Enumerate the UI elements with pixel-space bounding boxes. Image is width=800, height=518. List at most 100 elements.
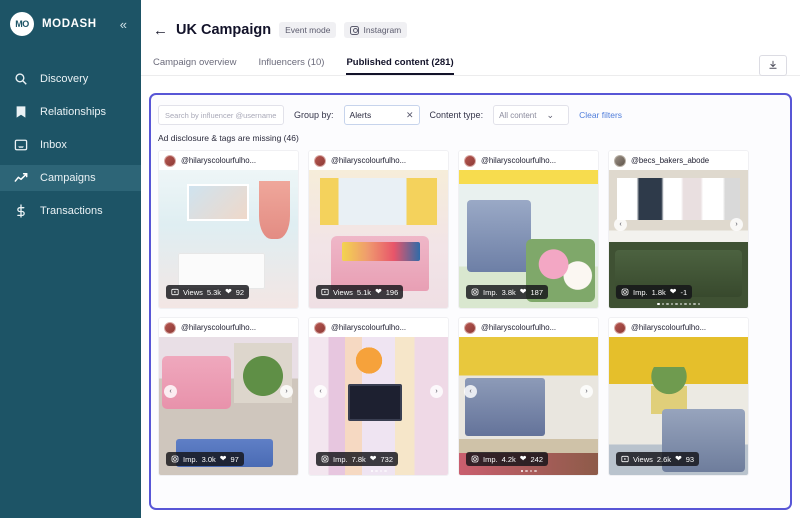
avatar xyxy=(314,321,326,334)
heart-icon: ❤ xyxy=(219,454,227,463)
sidebar-item-label: Inbox xyxy=(40,139,67,151)
clear-filters-button[interactable]: Clear filters xyxy=(579,110,622,120)
sidebar-item-inbox[interactable]: Inbox xyxy=(0,132,141,158)
carousel-next-button[interactable]: › xyxy=(280,385,293,398)
carousel-dots xyxy=(459,469,598,472)
content-type-select[interactable]: All content ⌄ xyxy=(493,105,570,125)
search-icon xyxy=(14,72,28,86)
influencer-handle: @hilaryscolourfulho... xyxy=(481,323,557,332)
like-count: 93 xyxy=(685,454,695,464)
avatar xyxy=(314,154,326,167)
like-count: 242 xyxy=(530,454,543,464)
instagram-icon xyxy=(471,288,479,296)
tab-campaign-overview[interactable]: Campaign overview xyxy=(153,57,236,75)
post-thumbnail[interactable]: ‹ › Imp. 7.8k ❤ 732 xyxy=(309,337,448,475)
sidebar-item-campaigns[interactable]: Campaigns xyxy=(0,165,141,191)
metric-value: 3.8k xyxy=(501,287,516,297)
post-thumbnail[interactable]: ‹ › Imp. 3.0k ❤ 97 xyxy=(159,337,298,475)
badge-label: Instagram xyxy=(363,25,402,35)
card-header: @hilaryscolourfulho... xyxy=(459,151,598,170)
carousel-next-button[interactable]: › xyxy=(730,218,743,231)
carousel-next-button[interactable]: › xyxy=(430,385,443,398)
content-card[interactable]: @becs_bakers_abode ‹ › Imp. 1.8k ❤ -1 xyxy=(608,150,749,309)
sidebar-item-transactions[interactable]: Transactions xyxy=(0,198,141,224)
content-card[interactable]: @hilaryscolourfulho... Views 5.3k ❤ 92 xyxy=(158,150,299,309)
content-grid: @hilaryscolourfulho... Views 5.3k ❤ 92 @… xyxy=(151,143,790,476)
trending-up-icon xyxy=(14,171,28,185)
post-stats: Imp. 4.2k ❤ 242 xyxy=(466,452,548,466)
dollar-icon xyxy=(14,204,28,218)
sidebar-item-relationships[interactable]: Relationships xyxy=(0,99,141,125)
sidebar-item-label: Campaigns xyxy=(40,172,96,184)
modash-logo-icon: MO xyxy=(10,12,34,36)
card-header: @becs_bakers_abode xyxy=(609,151,748,170)
bookmark-icon xyxy=(14,105,28,119)
close-icon[interactable]: ✕ xyxy=(406,110,414,121)
carousel-prev-button[interactable]: ‹ xyxy=(614,218,627,231)
carousel-prev-button[interactable]: ‹ xyxy=(464,385,477,398)
post-thumbnail[interactable]: Imp. 3.8k ❤ 187 xyxy=(459,170,598,308)
sidebar-item-label: Relationships xyxy=(40,106,107,118)
search-input-placeholder: Search by influencer @username xyxy=(165,110,277,120)
metric-value: 4.2k xyxy=(501,454,516,464)
export-button[interactable] xyxy=(759,55,787,76)
post-thumbnail[interactable]: Views 5.3k ❤ 92 xyxy=(159,170,298,308)
card-header: @hilaryscolourfulho... xyxy=(309,151,448,170)
influencer-handle: @hilaryscolourfulho... xyxy=(331,323,407,332)
like-count: 97 xyxy=(230,454,239,464)
metric-value: 5.1k xyxy=(356,287,372,297)
reels-icon xyxy=(321,288,329,296)
group-heading: Ad disclosure & tags are missing (46) xyxy=(158,133,299,143)
main-content: ← UK Campaign Event mode Instagram Campa… xyxy=(141,0,800,518)
sidebar-item-label: Transactions xyxy=(40,205,103,217)
influencer-handle: @becs_bakers_abode xyxy=(631,156,710,165)
influencer-handle: @hilaryscolourfulho... xyxy=(331,156,407,165)
content-card[interactable]: @hilaryscolourfulho... ‹ › Imp. xyxy=(308,317,449,476)
search-input[interactable]: Search by influencer @username xyxy=(158,105,284,125)
metric-value: 7.8k xyxy=(351,454,366,464)
post-thumbnail[interactable]: Views 5.1k ❤ 196 xyxy=(309,170,448,308)
card-header: @hilaryscolourfulho... xyxy=(159,151,298,170)
chevron-down-icon: ⌄ xyxy=(546,109,554,120)
influencer-handle: @hilaryscolourfulho... xyxy=(631,323,707,332)
carousel-dots xyxy=(609,302,748,305)
sidebar-item-discovery[interactable]: Discovery xyxy=(0,66,141,92)
carousel-prev-button[interactable]: ‹ xyxy=(164,385,177,398)
badge-event-mode: Event mode xyxy=(279,22,337,38)
content-card[interactable]: @hilaryscolourfulho... Imp. 3.8k ❤ 187 xyxy=(458,150,599,309)
metric-label: Imp. xyxy=(633,287,648,297)
content-type-label: Content type: xyxy=(429,110,484,120)
content-card[interactable]: @hilaryscolourfulho... ‹ › Imp. xyxy=(158,317,299,476)
group-by-label: Group by: xyxy=(294,110,334,120)
post-stats: Imp. 7.8k ❤ 732 xyxy=(316,452,398,466)
chevrons-left-icon[interactable]: « xyxy=(116,16,131,33)
post-thumbnail[interactable]: ‹ › Imp. 4.2k ❤ 242 xyxy=(459,337,598,475)
metric-value: 3.0k xyxy=(201,454,216,464)
carousel-prev-button[interactable]: ‹ xyxy=(314,385,327,398)
content-card[interactable]: @hilaryscolourfulho... ‹ › Imp. xyxy=(458,317,599,476)
avatar xyxy=(164,321,176,334)
card-header: @hilaryscolourfulho... xyxy=(309,318,448,337)
content-card[interactable]: @hilaryscolourfulho... Views 5.1k ❤ 196 xyxy=(308,150,449,309)
like-count: 196 xyxy=(385,287,399,297)
tab-published-content[interactable]: Published content (281) xyxy=(346,57,453,75)
badge-platform: Instagram xyxy=(344,22,408,38)
tab-influencers[interactable]: Influencers (10) xyxy=(258,57,324,75)
carousel-next-button[interactable]: › xyxy=(580,385,593,398)
post-stats: Imp. 1.8k ❤ -1 xyxy=(616,285,693,299)
content-card[interactable]: @hilaryscolourfulho... Views 2.6k ❤ 93 xyxy=(608,317,749,476)
instagram-icon xyxy=(350,25,360,35)
avatar xyxy=(464,321,476,334)
influencer-handle: @hilaryscolourfulho... xyxy=(181,323,257,332)
sidebar: MO MODASH « Discovery Relationships Inbo… xyxy=(0,0,141,518)
group-by-select[interactable]: Alerts ✕ xyxy=(343,105,420,125)
post-thumbnail[interactable]: ‹ › Imp. 1.8k ❤ -1 xyxy=(609,170,748,308)
post-thumbnail[interactable]: Views 2.6k ❤ 93 xyxy=(609,337,748,475)
heart-icon: ❤ xyxy=(669,287,677,296)
heart-icon: ❤ xyxy=(375,287,382,296)
filter-bar: Search by influencer @username Group by:… xyxy=(151,95,790,125)
metric-label: Views xyxy=(333,287,353,297)
arrow-left-icon[interactable]: ← xyxy=(153,23,168,38)
reels-icon xyxy=(171,288,179,296)
like-count: -1 xyxy=(680,287,688,297)
